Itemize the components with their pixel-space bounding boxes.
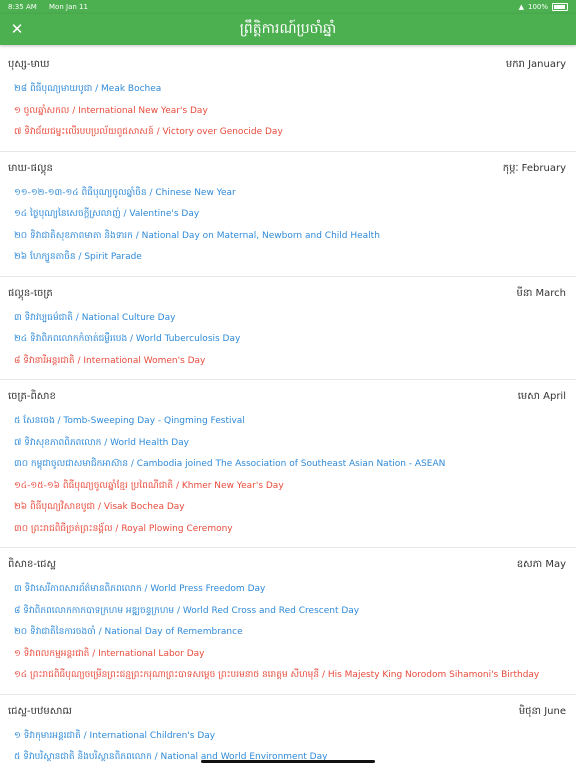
event-item[interactable]: ២០ ទិវាជាតិសុខភាពមាតា និងទារក / National… xyxy=(0,226,576,248)
event-item[interactable]: ២៤ ទិវាពិភពលោកកំចាត់ជម្ងឺរបេង / World Tu… xyxy=(0,329,576,351)
month-section: មាឃ-ផល្គុន កុម្ភៈ February ១១-១២-១៣-១៤ ពិធ… xyxy=(0,152,576,277)
event-item[interactable]: ៨ ទិវានារីអន្តរជាតិ / International Wome… xyxy=(0,351,576,373)
event-item[interactable]: ១៤-១៥-១៦ ពិធីបុណ្យចូលឆ្នាំខ្មែរ ប្រពៃណីជ… xyxy=(0,476,576,498)
event-item[interactable]: ១ ទិវាកុមារអន្តរជាតិ / International Chi… xyxy=(0,726,576,748)
battery-percent: 100% xyxy=(527,3,548,11)
event-item[interactable]: ១ ទិវាពលកម្មអន្តរជាតិ / International La… xyxy=(0,644,576,666)
home-indicator xyxy=(201,760,375,763)
month-header: ចេត្រ-ពិសាខ មេសា April xyxy=(0,380,576,408)
event-item[interactable]: ៣ ទិវាសេរីភាពសារព័ត៌មានពិភពលោក / World P… xyxy=(0,579,576,601)
event-item[interactable]: ៧ ទិវាជ័យជម្នះលើរបបប្រល័យពូជសាសន៍ / Vict… xyxy=(0,122,576,144)
lunar-month-label: មាឃ-ផល្គុន xyxy=(8,162,53,174)
month-section: ចេត្រ-ពិសាខ មេសា April ៥ សែនចេង / Tomb-Swe… xyxy=(0,380,576,548)
status-bar: 8:35 AM Mon Jan 11 ▲ 100% xyxy=(0,0,576,14)
month-label: មិថុនា June xyxy=(518,705,566,717)
event-item[interactable]: ១៤ ថ្ងៃបុណ្យនៃសេចក្តីស្រលាញ់ / Valentine… xyxy=(0,204,576,226)
wifi-icon: ▲ xyxy=(518,3,524,11)
month-section: បុស្ស-មាឃ មករា January ២៨ ពិធីបុណ្យមាឃបូជា… xyxy=(0,48,576,152)
event-item[interactable]: ៥ សែនចេង / Tomb-Sweeping Day - Qingming … xyxy=(0,411,576,433)
event-item[interactable]: ៧ ទិវាសុខភាពពិភពលោក / World Health Day xyxy=(0,433,576,455)
month-header: ជេស្ឋ-បឋមសាឍ មិថុនា June xyxy=(0,695,576,723)
month-section: ជេស្ឋ-បឋមសាឍ មិថុនា June ១ ទិវាកុមារអន្តរជ… xyxy=(0,695,576,768)
month-section: ពិសាខ-ជេស្ឋ ឧសភា May ៣ ទិវាសេរីភាពសារព័ត៌ម… xyxy=(0,548,576,695)
month-header: ពិសាខ-ជេស្ឋ ឧសភា May xyxy=(0,548,576,576)
month-header: ផល្គុន-ចេត្រ មីនា March xyxy=(0,277,576,305)
month-label: ឧសភា May xyxy=(516,559,566,570)
event-item[interactable]: ១១-១២-១៣-១៤ ពិធីបុណ្យចូលឆ្នាំចិន / Chine… xyxy=(0,183,576,205)
lunar-month-label: ពិសាខ-ជេស្ឋ xyxy=(8,559,57,570)
month-header: មាឃ-ផល្គុន កុម្ភៈ February xyxy=(0,152,576,180)
month-label: មីនា March xyxy=(516,287,566,299)
month-header: បុស្ស-មាឃ មករា January xyxy=(0,48,576,76)
status-date: Mon Jan 11 xyxy=(49,3,88,11)
events-list[interactable]: បុស្ស-មាឃ មករា January ២៨ ពិធីបុណ្យមាឃបូជា… xyxy=(0,48,576,768)
event-item[interactable]: ៣ ទិវាវប្បធម៌ជាតិ / National Culture Day xyxy=(0,308,576,330)
month-label: មេសា April xyxy=(517,391,566,402)
app-bar: ✕ ព្រឹត្តិការណ៍ប្រចាំឆ្នាំ xyxy=(0,14,576,45)
event-item[interactable]: ២៨ ពិធីបុណ្យមាឃបូជា / Meak Bochea xyxy=(0,79,576,101)
event-item[interactable]: ១ ចូលឆ្នាំសកល / International New Year's… xyxy=(0,101,576,123)
event-item[interactable]: ២៦ ហែក្បួនតាចិន / Spirit Parade xyxy=(0,247,576,269)
lunar-month-label: ផល្គុន-ចេត្រ xyxy=(8,287,53,299)
event-item[interactable]: ៥ ទិវាបរិស្ថានជាតិ និងបរិស្ថានពិភពលោក / … xyxy=(0,747,576,768)
lunar-month-label: ចេត្រ-ពិសាខ xyxy=(8,391,56,402)
status-time: 8:35 AM xyxy=(8,3,37,11)
month-section: ផល្គុន-ចេត្រ មីនា March ៣ ទិវាវប្បធម៌ជាតិ … xyxy=(0,277,576,380)
event-item[interactable]: ៣០ ព្រះរាជពិធីច្រត់ព្រះនង្គ័ល / Royal Pl… xyxy=(0,519,576,541)
lunar-month-label: បុស្ស-មាឃ xyxy=(8,59,50,70)
event-item[interactable]: ៣០ កម្ពុជាចូលជាសមាជិកអាស៊ាន / Cambodia j… xyxy=(0,454,576,476)
event-item[interactable]: ១៤ ព្រះរាជពិធីបុណ្យចម្រើនព្រះជន្មព្រះករុ… xyxy=(0,665,576,687)
page-title: ព្រឹត្តិការណ៍ប្រចាំឆ្នាំ xyxy=(239,21,337,37)
month-label: មករា January xyxy=(505,59,566,70)
event-item[interactable]: ២៦ ពិធីបុណ្យវិសាខបូជា / Visak Bochea Day xyxy=(0,497,576,519)
month-label: កុម្ភៈ February xyxy=(502,162,566,174)
event-item[interactable]: ៨ ទិវាពិភពលោកកាកបាទក្រហម អឌ្ឍចន្ទក្រហម /… xyxy=(0,601,576,623)
lunar-month-label: ជេស្ឋ-បឋមសាឍ xyxy=(8,705,72,717)
event-item[interactable]: ២០ ទិវាជាតិនៃការចងចាំ / National Day of … xyxy=(0,622,576,644)
battery-icon xyxy=(552,3,568,11)
